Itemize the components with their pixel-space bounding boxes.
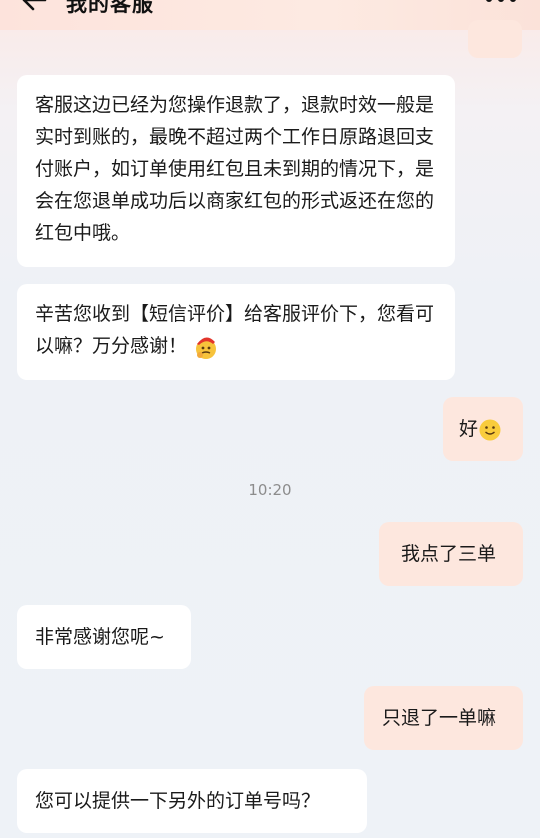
message-text: 非常感谢您呢~ bbox=[35, 626, 165, 648]
message-bubble-cutoff bbox=[468, 20, 522, 58]
message-text: 辛苦您收到【短信评价】给客服评价下，您看可以嘛？万分感谢！ bbox=[35, 303, 435, 357]
message-bubble-incoming: 非常感谢您呢~ bbox=[17, 605, 191, 669]
message-text: 只退了一单嘛 bbox=[382, 707, 497, 729]
chat-area[interactable]: 客服这边已经为您操作退款了，退款时效一般是实时到账的，最晚不超过两个工作日原路退… bbox=[0, 20, 540, 838]
message-bubble-incoming: 您可以提供一下另外的订单号吗？ bbox=[17, 769, 367, 833]
message-bubble-incoming: 客服这边已经为您操作退款了，退款时效一般是实时到账的，最晚不超过两个工作日原路退… bbox=[17, 75, 455, 267]
more-options-icon[interactable] bbox=[486, 0, 516, 6]
message-timestamp: 10:20 bbox=[248, 481, 292, 499]
page-title: 我的客服 bbox=[66, 0, 154, 16]
message-bubble-outgoing: 好 bbox=[443, 397, 523, 461]
back-arrow-icon[interactable] bbox=[20, 0, 48, 14]
message-text: 我点了三单 bbox=[401, 543, 497, 565]
slightly-smiling-face-icon bbox=[479, 419, 501, 440]
message-text: 好 bbox=[459, 418, 479, 440]
top-bar: 我的客服 bbox=[0, 0, 540, 30]
message-text: 您可以提供一下另外的订单号吗？ bbox=[35, 790, 321, 812]
thinking-face-with-hat-icon bbox=[196, 336, 217, 359]
message-bubble-outgoing: 只退了一单嘛 bbox=[364, 686, 523, 750]
message-bubble-outgoing: 我点了三单 bbox=[379, 522, 523, 586]
message-text: 客服这边已经为您操作退款了，退款时效一般是实时到账的，最晚不超过两个工作日原路退… bbox=[35, 94, 435, 244]
message-bubble-incoming: 辛苦您收到【短信评价】给客服评价下，您看可以嘛？万分感谢！ bbox=[17, 284, 455, 380]
